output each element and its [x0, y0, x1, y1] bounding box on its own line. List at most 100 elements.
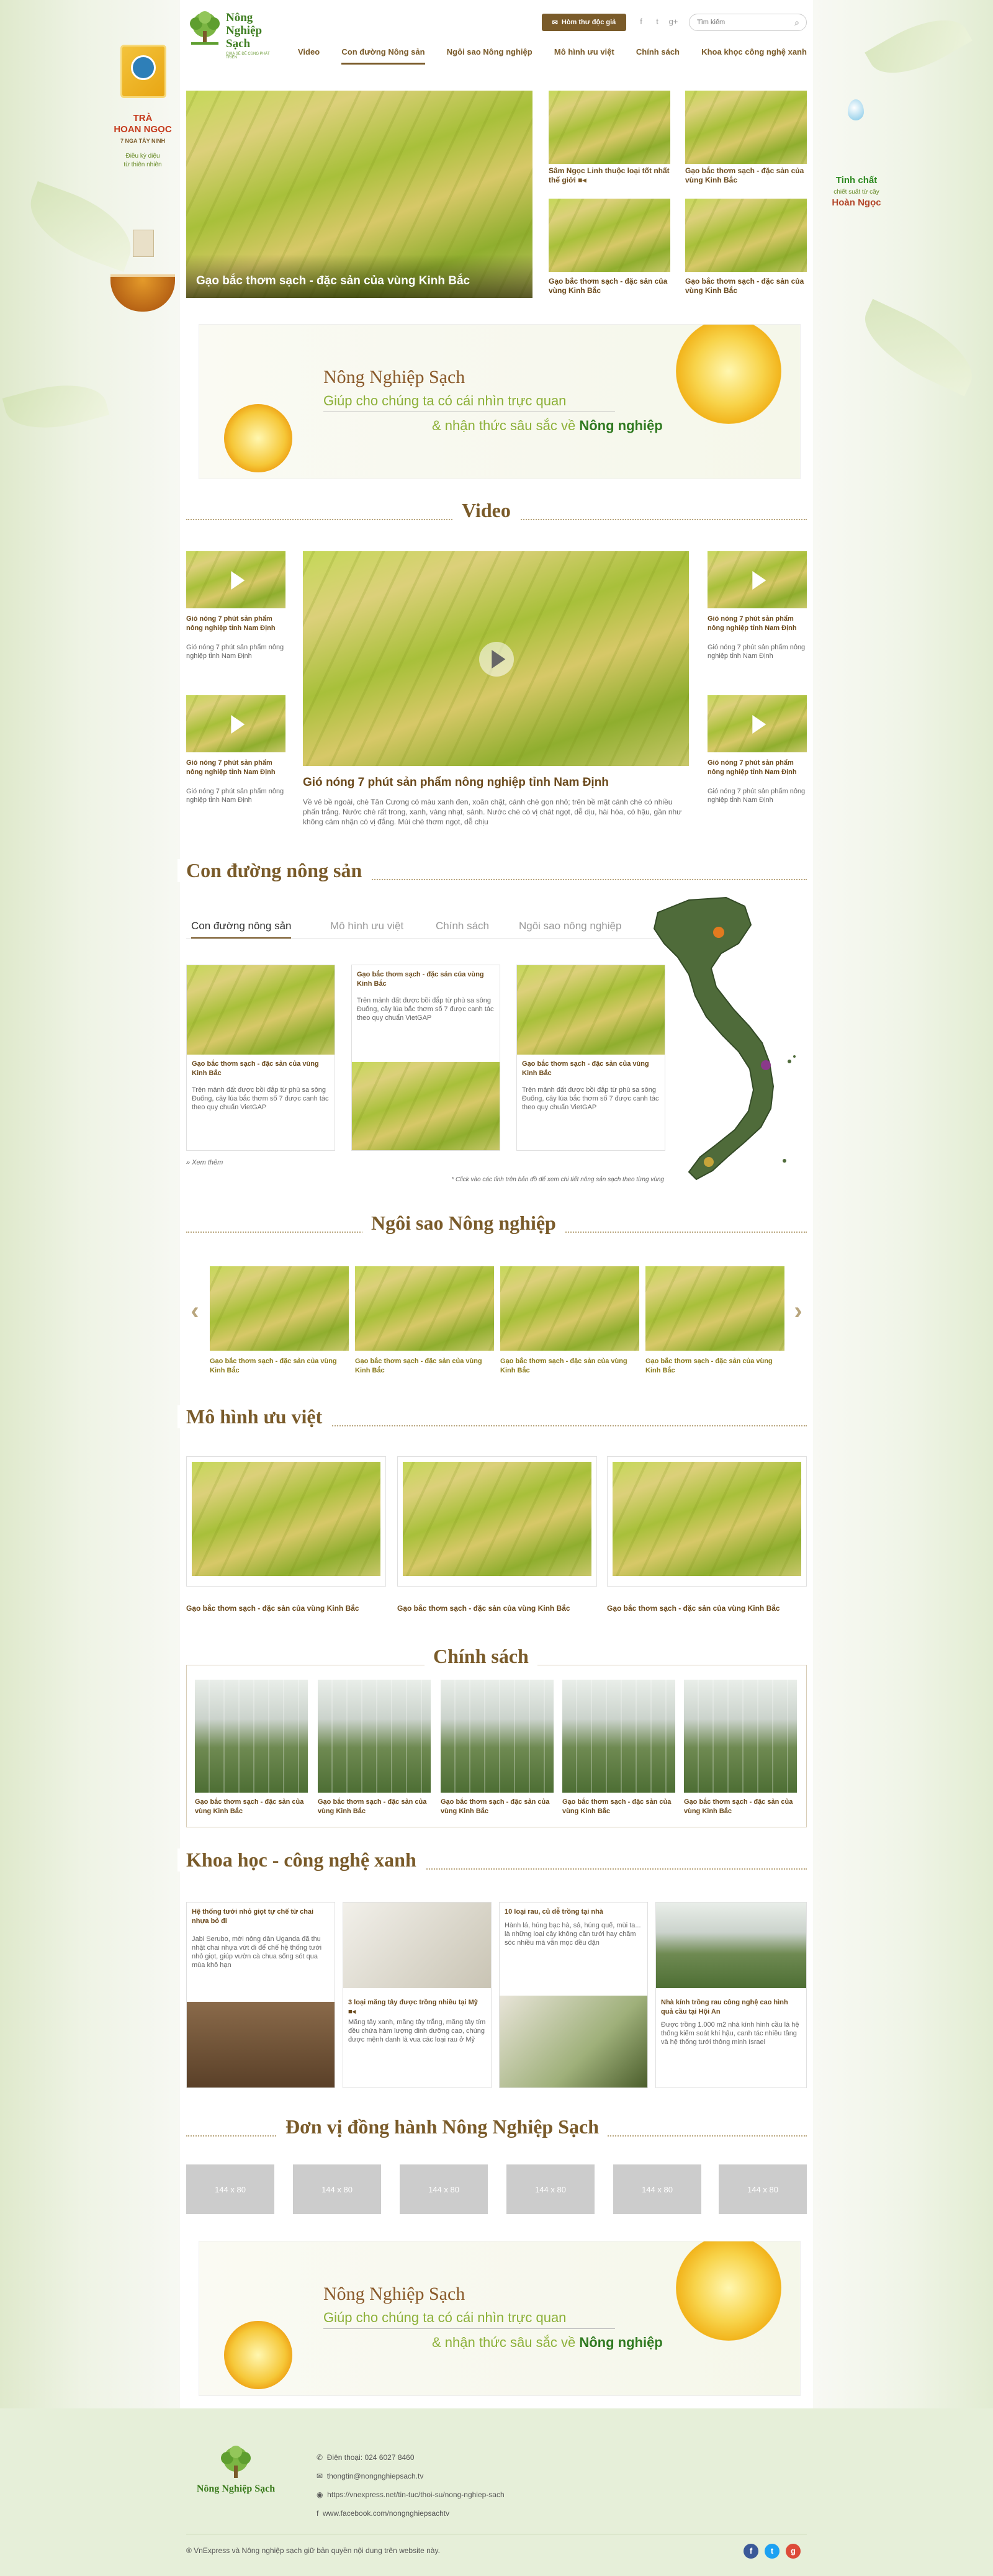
video-title[interactable]: Gió nóng 7 phút sản phẩm nông nghiệp tỉn… — [186, 759, 285, 777]
banner-ad[interactable]: Nông Nghiệp Sạch Giúp cho chúng ta có cá… — [199, 2241, 801, 2396]
model-title[interactable]: Gạo bắc thơm sạch - đặc sản của vùng Kin… — [607, 1604, 806, 1613]
footer-link[interactable]: ◉ https://vnexpress.net/tin-tuc/thoi-su/… — [317, 2490, 505, 2499]
con-duong-card[interactable]: Gạo bắc thơm sạch - đặc sản của vùng Kin… — [516, 965, 665, 1151]
vietnam-map[interactable] — [652, 894, 819, 1204]
map-marker[interactable] — [761, 1060, 771, 1070]
policy-title[interactable]: Gạo bắc thơm sạch - đặc sản của vùng Kin… — [562, 1798, 675, 1816]
map-marker[interactable] — [704, 1157, 714, 1167]
model-card[interactable] — [607, 1456, 807, 1587]
play-icon[interactable] — [742, 565, 773, 596]
partner-logo[interactable]: 144 x 80 — [719, 2164, 807, 2214]
footer-logo[interactable]: Nông Nghiệp Sạch — [186, 2446, 285, 2508]
nav-ngoi-sao-nong-nghiep[interactable]: Ngôi sao Nông nghiệp — [447, 42, 532, 65]
tab-chinh-sach[interactable]: Chính sách — [436, 920, 489, 932]
con-duong-card[interactable]: Gạo bắc thơm sạch - đặc sản của vùng Kin… — [186, 965, 335, 1151]
model-title[interactable]: Gạo bắc thơm sạch - đặc sản của vùng Kin… — [186, 1604, 385, 1613]
site-logo[interactable]: Nông Nghiệp Sạch CHIA SẺ ĐỂ CÙNG PHÁT TRIỂ… — [186, 9, 270, 60]
play-icon[interactable] — [220, 709, 251, 740]
article-card[interactable]: Hệ thống tưới nhỏ giọt tự chế từ chai nh… — [186, 1902, 335, 2088]
model-card[interactable] — [397, 1456, 597, 1587]
hero-item-title[interactable]: Gạo bắc thơm sạch - đặc sản của vùng Kin… — [685, 166, 807, 185]
carousel-next-icon[interactable]: › — [788, 1297, 808, 1325]
star-item-image[interactable] — [500, 1266, 639, 1351]
card-title[interactable]: Gạo bắc thơm sạch - đặc sản của vùng Kin… — [357, 970, 495, 989]
policy-image[interactable] — [195, 1680, 308, 1793]
video-thumb[interactable] — [708, 695, 807, 752]
policy-image[interactable] — [318, 1680, 431, 1793]
hero-thumb[interactable] — [685, 199, 807, 272]
tab-con-duong-nong-san[interactable]: Con đường nông sản — [191, 920, 292, 939]
policy-title[interactable]: Gạo bắc thơm sạch - đặc sản của vùng Kin… — [318, 1798, 431, 1816]
hero-item-title[interactable]: Sâm Ngọc Linh thuộc loại tốt nhất thế gi… — [549, 166, 670, 185]
con-duong-card[interactable]: Gạo bắc thơm sạch - đặc sản của vùng Kin… — [351, 965, 500, 1151]
model-card[interactable] — [186, 1456, 386, 1587]
facebook-icon[interactable]: f — [636, 16, 647, 27]
hero-thumb[interactable] — [549, 91, 670, 164]
hero-item-title[interactable]: Gạo bắc thơm sạch - đặc sản của vùng Kin… — [685, 277, 807, 295]
video-thumb[interactable] — [186, 551, 285, 608]
google-plus-icon[interactable]: g+ — [668, 16, 679, 27]
video-thumb[interactable] — [708, 551, 807, 608]
article-title[interactable]: Hệ thống tưới nhỏ giọt tự chế từ chai nh… — [192, 1907, 331, 1926]
star-item-title[interactable]: Gạo bắc thơm sạch - đặc sản của vùng Kin… — [645, 1357, 784, 1376]
right-ad[interactable]: Tinh chất chiết suất từ cây Hoàn Ngọc — [819, 99, 894, 223]
nav-mo-hinh-uu-viet[interactable]: Mô hình ưu việt — [554, 42, 614, 65]
article-title[interactable]: 3 loại măng tây được trồng nhiều tại Mỹ … — [348, 1998, 487, 2017]
article-title[interactable]: Nhà kính trồng rau công nghệ cao hình qu… — [661, 1998, 800, 2017]
play-icon[interactable] — [220, 565, 251, 596]
star-item-title[interactable]: Gạo bắc thơm sạch - đặc sản của vùng Kin… — [500, 1357, 639, 1376]
search-icon[interactable]: ⌕ — [791, 16, 803, 29]
hero-thumb[interactable] — [685, 91, 807, 164]
partner-logo[interactable]: 144 x 80 — [186, 2164, 274, 2214]
policy-image[interactable] — [684, 1680, 797, 1793]
video-title[interactable]: Gió nóng 7 phút sản phẩm nông nghiệp tỉn… — [708, 759, 807, 777]
tab-mo-hinh-uu-viet[interactable]: Mô hình ưu việt — [330, 920, 403, 932]
google-plus-icon[interactable]: g — [786, 2544, 801, 2559]
star-item-title[interactable]: Gạo bắc thơm sạch - đặc sản của vùng Kin… — [210, 1357, 349, 1376]
model-title[interactable]: Gạo bắc thơm sạch - đặc sản của vùng Kin… — [397, 1604, 596, 1613]
partner-logo[interactable]: 144 x 80 — [293, 2164, 381, 2214]
star-item-image[interactable] — [645, 1266, 784, 1351]
nav-con-duong-nong-san[interactable]: Con đường Nông sản — [341, 42, 425, 65]
video-thumb[interactable] — [186, 695, 285, 752]
tab-ngoi-sao-nong-nghiep[interactable]: Ngôi sao nông nghiệp — [519, 920, 621, 932]
video-title[interactable]: Gió nóng 7 phút sản phẩm nông nghiệp tỉn… — [708, 615, 807, 633]
star-item-image[interactable] — [355, 1266, 494, 1351]
search-input[interactable] — [689, 14, 807, 31]
article-card[interactable]: 10 loại rau, củ dễ trồng tại nhà Hành lá… — [499, 1902, 648, 2088]
card-title[interactable]: Gạo bắc thơm sạch - đặc sản của vùng Kin… — [522, 1060, 660, 1078]
hero-main-caption[interactable]: Gạo bắc thơm sạch - đặc sản của vùng Kin… — [186, 254, 532, 298]
partner-logo[interactable]: 144 x 80 — [506, 2164, 595, 2214]
hero-thumb[interactable] — [549, 199, 670, 272]
star-item-image[interactable] — [210, 1266, 349, 1351]
carousel-prev-icon[interactable]: ‹ — [185, 1297, 205, 1325]
main-video-player[interactable] — [303, 551, 689, 766]
left-ad[interactable]: TRÀ HOAN NGỌC 7 NGA TÂY NINH Điều kỳ diệ… — [106, 43, 180, 329]
policy-title[interactable]: Gạo bắc thơm sạch - đặc sản của vùng Kin… — [195, 1798, 308, 1816]
see-more-link[interactable]: » Xem thêm — [186, 1158, 223, 1167]
partner-logo[interactable]: 144 x 80 — [613, 2164, 701, 2214]
nav-chinh-sach[interactable]: Chính sách — [636, 42, 680, 65]
partner-logo[interactable]: 144 x 80 — [400, 2164, 488, 2214]
nav-khoa-hoc-cong-nghe-xanh[interactable]: Khoa khọc công nghệ xanh — [701, 42, 807, 65]
play-icon[interactable] — [742, 709, 773, 740]
policy-image[interactable] — [441, 1680, 554, 1793]
play-icon[interactable] — [479, 642, 514, 677]
footer-facebook[interactable]: f www.facebook.com/nongnghiepsachtv — [317, 2509, 449, 2518]
article-title[interactable]: 10 loại rau, củ dễ trồng tại nhà — [505, 1907, 644, 1917]
article-card[interactable]: 3 loại măng tây được trồng nhiều tại Mỹ … — [343, 1902, 492, 2088]
footer-email[interactable]: ✉ thongtin@nongnghiepsach.tv — [317, 2472, 423, 2480]
twitter-icon[interactable]: t — [652, 16, 663, 27]
article-card[interactable]: Nhà kính trồng rau công nghệ cao hình qu… — [655, 1902, 807, 2088]
nav-video[interactable]: Video — [298, 42, 320, 65]
banner-ad[interactable]: Nông Nghiệp Sạch Giúp cho chúng ta có cá… — [199, 324, 801, 479]
video-title[interactable]: Gió nóng 7 phút sản phẩm nông nghiệp tỉn… — [186, 615, 285, 633]
policy-title[interactable]: Gạo bắc thơm sạch - đặc sản của vùng Kin… — [441, 1798, 554, 1816]
map-marker[interactable] — [713, 927, 724, 938]
hero-item-title[interactable]: Gạo bắc thơm sạch - đặc sản của vùng Kin… — [549, 277, 670, 295]
card-title[interactable]: Gạo bắc thơm sạch - đặc sản của vùng Kin… — [192, 1060, 330, 1078]
main-video-title[interactable]: Gió nóng 7 phút sản phẩm nông nghiệp tỉn… — [303, 776, 689, 790]
hero-main-image[interactable]: Gạo bắc thơm sạch - đặc sản của vùng Kin… — [186, 91, 532, 298]
twitter-icon[interactable]: t — [765, 2544, 780, 2559]
mailbox-button[interactable]: ✉ Hòm thư độc giả — [542, 14, 626, 31]
